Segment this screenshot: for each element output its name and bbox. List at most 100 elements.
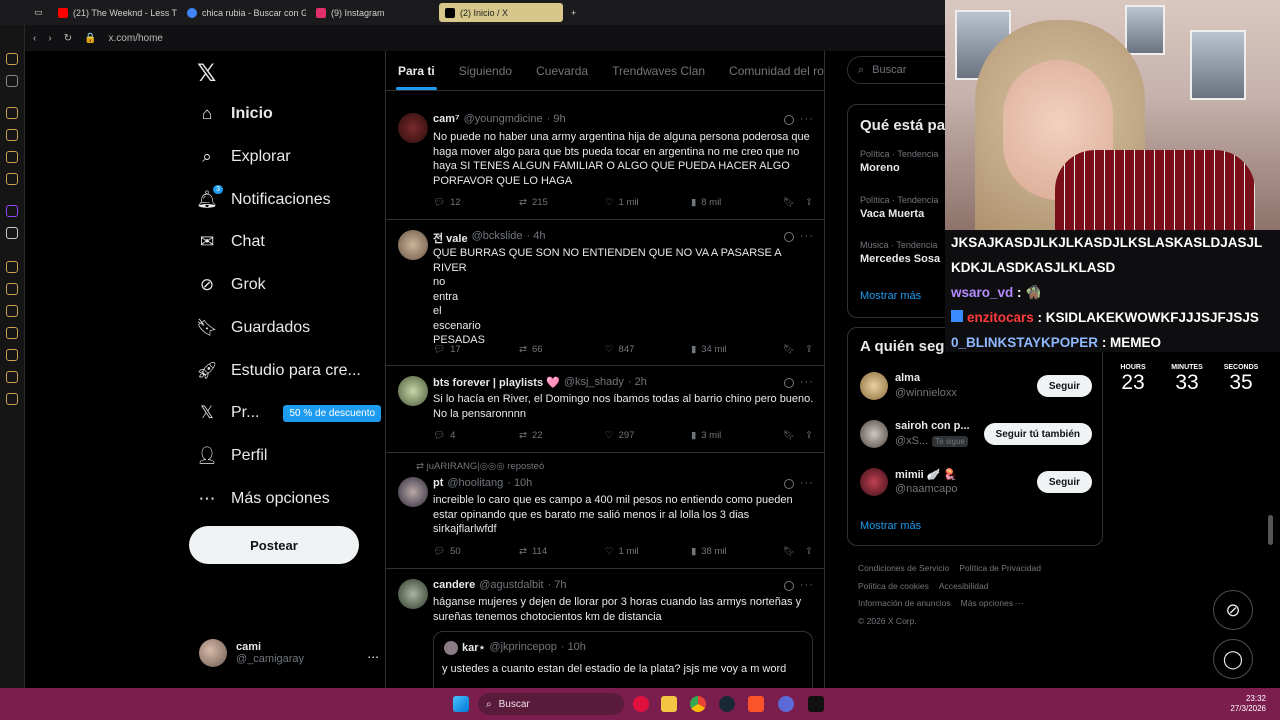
trend-item[interactable]: Música · Tendencia Mercedes Sosa	[860, 240, 940, 265]
footer-link[interactable]: Más opciones ···	[961, 598, 1024, 608]
twitch-icon[interactable]	[6, 205, 18, 217]
quote-author-name[interactable]: kar⋆	[462, 641, 485, 655]
app-icon[interactable]	[6, 173, 18, 185]
tweet[interactable]: bts forever | playlists 🩷 @ksj_shady · 2h …	[386, 366, 824, 453]
show-more-link[interactable]: Mostrar más	[860, 520, 921, 532]
follow-button[interactable]: Seguir	[1036, 375, 1092, 397]
nav-premium[interactable]: 𝕏 Pr... 50 % de descuento	[197, 395, 382, 431]
repost-button[interactable]: ⇄ 215	[519, 197, 605, 208]
avatar[interactable]	[398, 113, 428, 143]
tweet-author-handle[interactable]: @bckslide	[472, 230, 523, 246]
sidebar-toggle[interactable]: ▭	[28, 3, 50, 22]
more-icon[interactable]: ···	[800, 477, 814, 489]
trend-item[interactable]: Política · Tendencia Vaca Muerta	[860, 195, 938, 220]
tweet-author-handle[interactable]: @ksj_shady	[564, 376, 624, 389]
taskbar-search[interactable]: ⌕ Buscar	[478, 693, 624, 715]
tweet[interactable]: candere @agustdalbit · 7h ··· háganse muje…	[386, 569, 824, 688]
home-icon[interactable]	[6, 53, 18, 65]
bookmark-button[interactable]: 🔖︎	[783, 430, 805, 441]
browser-tab[interactable]: (21) The Weeknd - Less Th	[52, 3, 177, 22]
share-button[interactable]: ⇪	[805, 344, 813, 355]
tweet-time[interactable]: · 2h	[628, 376, 647, 389]
tweet-time[interactable]: · 4h	[527, 230, 546, 246]
browser-tab[interactable]: chica rubia - Buscar con G	[181, 3, 306, 22]
opera-icon[interactable]	[633, 696, 649, 712]
app-icon[interactable]	[6, 129, 18, 141]
like-button[interactable]: ♡ 297	[605, 430, 691, 441]
tweet[interactable]: cam⁷ @youngmdicine · 9h ··· No puede no ha…	[386, 103, 824, 220]
avatar[interactable]	[398, 579, 428, 609]
follow-suggestion[interactable]: sairoh con p... @xS... Te sigue Seguir tú…	[860, 418, 1092, 452]
app-icon[interactable]	[6, 261, 18, 273]
nav-chat[interactable]: ✉ Chat	[197, 224, 265, 260]
reply-button[interactable]: 💬︎ 17	[433, 344, 519, 355]
more-icon[interactable]: ···	[800, 579, 814, 591]
footer-link[interactable]: Accesibilidad	[939, 581, 989, 591]
reply-button[interactable]: 💬︎ 12	[433, 197, 519, 208]
share-button[interactable]: ⇪	[805, 546, 813, 557]
tweet[interactable]: ⇄ juARIRANG|◎◎◎ reposteó pt @hoolitang · 1…	[386, 453, 824, 569]
system-clock[interactable]: 23:32 27/3/2026	[1230, 694, 1266, 714]
app-icon[interactable]	[6, 107, 18, 119]
share-button[interactable]: ⇪	[805, 430, 813, 441]
back-icon[interactable]: ‹	[33, 33, 36, 44]
tweet-author-handle[interactable]: @agustdalbit	[479, 579, 543, 591]
tweet[interactable]: 전 vale @bckslide · 4h ··· QUE BURRAS QUE S…	[386, 220, 824, 366]
nav-home[interactable]: ⌂ Inicio	[197, 96, 273, 132]
more-icon[interactable]: ···	[800, 376, 814, 388]
x-logo-icon[interactable]: 𝕏	[197, 59, 216, 88]
tab-cuevarda[interactable]: Cuevarda	[536, 64, 588, 78]
nav-explore[interactable]: ⌕ Explorar	[197, 139, 290, 175]
reply-button[interactable]: 💬︎ 4	[433, 430, 519, 441]
heart-icon[interactable]	[6, 305, 18, 317]
app-icon[interactable]	[6, 75, 18, 87]
tweet-author-name[interactable]: candere	[433, 579, 475, 591]
folder-icon[interactable]	[661, 696, 677, 712]
tab-trendwaves[interactable]: Trendwaves Clan	[612, 64, 705, 78]
repost-button[interactable]: ⇄ 22	[519, 430, 605, 441]
follow-button[interactable]: Seguir	[1036, 471, 1092, 493]
like-button[interactable]: ♡ 1 mil	[605, 546, 691, 557]
app-icon[interactable]	[6, 283, 18, 295]
more-icon[interactable]: ···	[800, 113, 814, 125]
bookmark-button[interactable]: 🔖︎	[783, 197, 805, 208]
messages-button[interactable]: ◯	[1213, 639, 1253, 679]
tweet-time[interactable]: · 9h	[547, 113, 566, 125]
nav-profile[interactable]: 👤︎ Perfil	[196, 438, 267, 474]
tweet-author-name[interactable]: pt	[433, 477, 443, 489]
follow-suggestion[interactable]: alma @winnieloxx Seguir	[860, 370, 1092, 404]
quote-time[interactable]: · 10h	[561, 641, 586, 655]
app-icon[interactable]	[808, 696, 824, 712]
repost-button[interactable]: ⇄ 66	[519, 344, 605, 355]
reply-button[interactable]: 💬︎ 50	[433, 546, 519, 557]
quote-author-handle[interactable]: @jkprincepop	[489, 641, 556, 655]
url-field[interactable]: x.com/home	[109, 33, 163, 44]
grok-icon[interactable]	[784, 378, 794, 388]
footer-link[interactable]: Información de anuncios	[858, 598, 951, 608]
tab-for-you[interactable]: Para ti	[396, 64, 437, 90]
scrollbar-thumb[interactable]	[1268, 515, 1273, 545]
views-button[interactable]: ▮ 8 mil	[691, 197, 783, 208]
grok-button[interactable]: ⊘	[1213, 590, 1253, 630]
tweet-author-name[interactable]: cam⁷	[433, 113, 460, 125]
more-icon[interactable]: ···	[800, 230, 814, 242]
avatar[interactable]	[398, 477, 428, 507]
tab-following[interactable]: Siguiendo	[459, 64, 512, 78]
reload-icon[interactable]: ↻	[64, 33, 72, 44]
like-button[interactable]: ♡ 847	[605, 344, 691, 355]
avatar[interactable]	[398, 230, 428, 260]
tab-community[interactable]: Comunidad del rocke	[729, 64, 824, 78]
nav-notifications[interactable]: 🔔︎ 3 Notificaciones	[196, 182, 331, 218]
nav-bookmarks[interactable]: 🔖︎ Guardados	[196, 310, 310, 346]
steam-icon[interactable]	[719, 696, 735, 712]
app-icon[interactable]	[6, 151, 18, 163]
app-icon[interactable]	[6, 371, 18, 383]
account-switcher[interactable]: cami @_camigaray ...	[199, 639, 379, 667]
tweet-time[interactable]: · 7h	[548, 579, 567, 591]
windows-start-icon[interactable]	[453, 696, 469, 712]
views-button[interactable]: ▮ 34 mil	[691, 344, 783, 355]
x-icon[interactable]	[6, 227, 18, 239]
tweet-author-name[interactable]: bts forever | playlists 🩷	[433, 376, 560, 389]
app-icon[interactable]	[6, 327, 18, 339]
chrome-icon[interactable]	[690, 696, 706, 712]
